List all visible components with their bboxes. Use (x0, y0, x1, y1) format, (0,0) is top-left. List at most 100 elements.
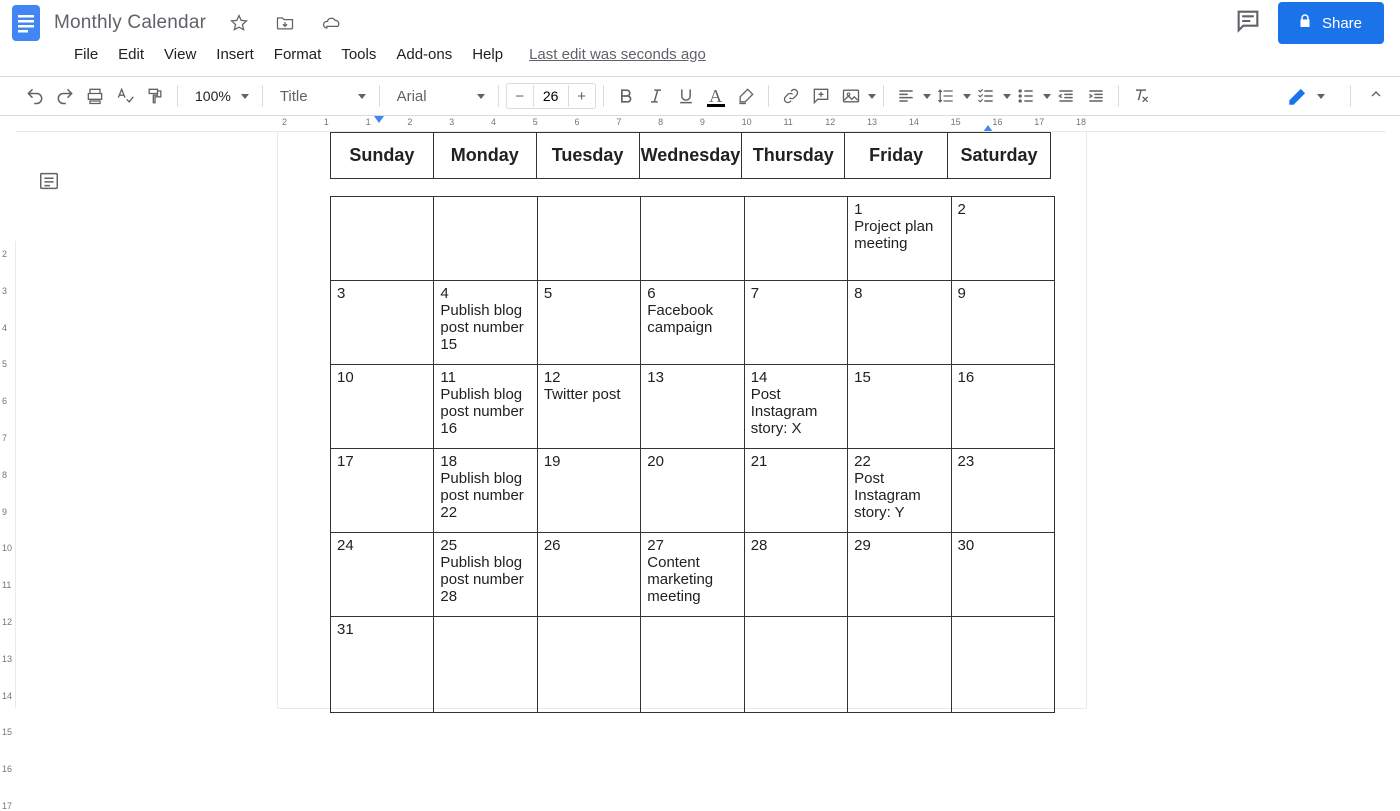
spellcheck-icon[interactable] (110, 81, 140, 111)
paragraph-style-select[interactable]: Title (270, 86, 372, 107)
font-size-increase[interactable]: + (569, 84, 595, 108)
chevron-down-icon[interactable] (963, 94, 971, 99)
paint-format-icon[interactable] (140, 81, 170, 111)
calendar-cell[interactable]: 23 (951, 449, 1054, 533)
calendar-cell[interactable]: 8 (848, 281, 951, 365)
calendar-cell[interactable]: 3 (331, 281, 434, 365)
calendar-cell[interactable] (641, 197, 744, 281)
calendar-cell[interactable]: 6Facebook campaign (641, 281, 744, 365)
calendar-cell[interactable]: 4Publish blog post number 15 (434, 281, 537, 365)
underline-icon[interactable] (671, 81, 701, 111)
clear-formatting-icon[interactable] (1126, 81, 1156, 111)
calendar-cell[interactable]: 5 (537, 281, 640, 365)
calendar-cell[interactable]: 20 (641, 449, 744, 533)
redo-icon[interactable] (50, 81, 80, 111)
chevron-down-icon[interactable] (1003, 94, 1011, 99)
calendar-cell[interactable]: 15 (848, 365, 951, 449)
calendar-cell[interactable]: 14Post Instagram story: X (744, 365, 847, 449)
bulleted-list-icon[interactable] (1011, 81, 1041, 111)
document-title[interactable]: Monthly Calendar (54, 12, 206, 33)
last-edit-link[interactable]: Last edit was seconds ago (529, 46, 706, 63)
text-color-icon[interactable]: A (701, 81, 731, 111)
zoom-select[interactable]: 100% (185, 86, 255, 106)
align-icon[interactable] (891, 81, 921, 111)
move-to-folder-icon[interactable] (270, 8, 300, 38)
calendar-cell[interactable]: 7 (744, 281, 847, 365)
calendar-cell[interactable]: 9 (951, 281, 1054, 365)
calendar-cell[interactable]: 21 (744, 449, 847, 533)
calendar-cell[interactable] (641, 617, 744, 713)
checklist-icon[interactable] (971, 81, 1001, 111)
menu-help[interactable]: Help (462, 42, 513, 67)
cloud-status-icon[interactable] (316, 8, 346, 38)
menu-edit[interactable]: Edit (108, 42, 154, 67)
calendar-body-table[interactable]: 1Project plan meeting234Publish blog pos… (330, 196, 1055, 713)
docs-logo-icon[interactable] (8, 0, 44, 47)
calendar-cell[interactable] (744, 617, 847, 713)
menu-format[interactable]: Format (264, 42, 332, 67)
calendar-cell[interactable]: 1Project plan meeting (848, 197, 951, 281)
share-button[interactable]: Share (1278, 2, 1384, 44)
calendar-cell[interactable]: 2 (951, 197, 1054, 281)
calendar-cell[interactable]: 24 (331, 533, 434, 617)
calendar-cell[interactable] (434, 197, 537, 281)
print-icon[interactable] (80, 81, 110, 111)
menubar: File Edit View Insert Format Tools Add-o… (0, 40, 1400, 76)
calendar-cell[interactable]: 12Twitter post (537, 365, 640, 449)
calendar-cell[interactable] (744, 197, 847, 281)
calendar-cell[interactable]: 27Content marketing meeting (641, 533, 744, 617)
insert-comment-icon[interactable] (806, 81, 836, 111)
chevron-down-icon[interactable] (1043, 94, 1051, 99)
calendar-cell[interactable]: 22Post Instagram story: Y (848, 449, 951, 533)
calendar-cell[interactable]: 25Publish blog post number 28 (434, 533, 537, 617)
bold-icon[interactable] (611, 81, 641, 111)
first-line-indent-marker[interactable] (374, 116, 384, 123)
calendar-cell[interactable] (331, 197, 434, 281)
calendar-cell[interactable]: 31 (331, 617, 434, 713)
vertical-ruler[interactable]: 234567891011121314151617 (0, 241, 16, 708)
horizontal-ruler[interactable]: 21123456789101112131415161718 (0, 116, 1400, 132)
font-size-decrease[interactable]: − (507, 84, 533, 108)
italic-icon[interactable] (641, 81, 671, 111)
ruler-tick: 9 (700, 117, 705, 127)
calendar-cell[interactable]: 10 (331, 365, 434, 449)
calendar-cell[interactable] (537, 197, 640, 281)
menu-addons[interactable]: Add-ons (386, 42, 462, 67)
menu-tools[interactable]: Tools (331, 42, 386, 67)
chevron-down-icon[interactable] (923, 94, 931, 99)
highlight-color-icon[interactable] (731, 81, 761, 111)
calendar-cell[interactable]: 19 (537, 449, 640, 533)
open-comments-icon[interactable] (1234, 7, 1262, 40)
menu-insert[interactable]: Insert (206, 42, 264, 67)
calendar-cell[interactable]: 11Publish blog post number 16 (434, 365, 537, 449)
calendar-cell[interactable] (537, 617, 640, 713)
calendar-cell[interactable] (848, 617, 951, 713)
insert-link-icon[interactable] (776, 81, 806, 111)
calendar-cell[interactable]: 30 (951, 533, 1054, 617)
font-size-input[interactable] (533, 85, 569, 107)
font-select[interactable]: Arial (387, 86, 491, 107)
calendar-cell[interactable]: 16 (951, 365, 1054, 449)
menu-view[interactable]: View (154, 42, 206, 67)
line-spacing-icon[interactable] (931, 81, 961, 111)
menu-file[interactable]: File (64, 42, 108, 67)
font-size-stepper[interactable]: − + (506, 83, 596, 109)
document-outline-icon[interactable] (34, 166, 64, 196)
calendar-cell[interactable]: 28 (744, 533, 847, 617)
editing-mode-button[interactable] (1279, 81, 1333, 111)
calendar-cell[interactable]: 26 (537, 533, 640, 617)
undo-icon[interactable] (20, 81, 50, 111)
document-page[interactable]: Sunday Monday Tuesday Wednesday Thursday… (278, 132, 1086, 708)
collapse-toolbar-icon[interactable] (1368, 86, 1384, 107)
decrease-indent-icon[interactable] (1051, 81, 1081, 111)
star-icon[interactable] (224, 8, 254, 38)
increase-indent-icon[interactable] (1081, 81, 1111, 111)
chevron-down-icon[interactable] (868, 94, 876, 99)
calendar-cell[interactable]: 18Publish blog post number 22 (434, 449, 537, 533)
calendar-cell[interactable] (434, 617, 537, 713)
calendar-cell[interactable] (951, 617, 1054, 713)
calendar-cell[interactable]: 29 (848, 533, 951, 617)
insert-image-icon[interactable] (836, 81, 866, 111)
calendar-cell[interactable]: 17 (331, 449, 434, 533)
calendar-cell[interactable]: 13 (641, 365, 744, 449)
